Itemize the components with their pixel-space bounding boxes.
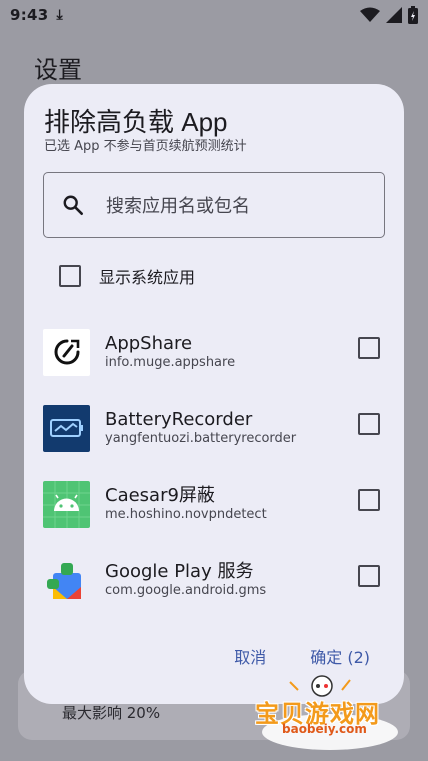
search-icon <box>63 195 83 215</box>
google-play-services-icon <box>43 557 90 604</box>
android-robot-icon <box>43 480 90 528</box>
app-row[interactable]: Caesar9屏蔽 me.hoshino.novpndetect <box>43 476 385 532</box>
app-name: BatteryRecorder <box>105 409 253 430</box>
dialog-title: 排除高负载 App <box>44 107 228 137</box>
show-system-apps-label: 显示系统应用 <box>99 268 196 287</box>
confirm-button[interactable]: 确定 (2) <box>310 644 370 668</box>
app-row[interactable]: AppShare info.muge.appshare <box>43 324 385 380</box>
app-row[interactable]: Google Play 服务 com.google.android.gms <box>43 552 385 608</box>
cancel-button[interactable]: 取消 <box>234 644 266 668</box>
battery-charging-icon <box>408 6 418 24</box>
status-time: 9:43 <box>10 6 49 24</box>
status-icons <box>360 6 418 24</box>
app-package: com.google.android.gms <box>105 583 267 598</box>
watermark-url: baobeiy.com <box>282 722 367 736</box>
show-system-apps-toggle[interactable]: 显示系统应用 <box>59 262 195 290</box>
app-select-checkbox[interactable] <box>358 489 380 511</box>
cell-signal-icon <box>386 7 402 23</box>
status-bar: 9:43 ⤓ <box>0 0 428 30</box>
app-package: yangfentuozi.batteryrecorder <box>105 431 297 446</box>
search-placeholder: 搜索应用名或包名 <box>106 196 250 217</box>
download-icon: ⤓ <box>56 7 63 23</box>
wifi-icon <box>360 7 380 22</box>
app-select-checkbox[interactable] <box>358 337 380 359</box>
app-name: AppShare <box>105 333 193 354</box>
app-select-checkbox[interactable] <box>358 565 380 587</box>
settings-card-text: 最大影响 20% <box>62 704 161 722</box>
appshare-icon <box>43 328 90 376</box>
app-package: info.muge.appshare <box>105 355 236 370</box>
page-title: 设置 <box>34 56 82 84</box>
show-system-apps-checkbox[interactable] <box>59 265 81 287</box>
app-select-checkbox[interactable] <box>358 413 380 435</box>
exclude-apps-dialog: 排除高负载 App 已选 App 不参与首页续航预测统计 搜索应用名或包名 显示… <box>24 84 404 704</box>
dialog-subtitle: 已选 App 不参与首页续航预测统计 <box>44 139 247 154</box>
app-package: me.hoshino.novpndetect <box>105 507 267 522</box>
battery-recorder-icon <box>43 404 90 452</box>
app-name: Caesar9屏蔽 <box>105 485 215 506</box>
app-name: Google Play 服务 <box>105 561 254 582</box>
app-row[interactable]: BatteryRecorder yangfentuozi.batteryreco… <box>43 400 385 456</box>
search-input[interactable]: 搜索应用名或包名 <box>43 172 385 238</box>
dialog-actions: 取消 确定 (2) <box>234 644 370 668</box>
